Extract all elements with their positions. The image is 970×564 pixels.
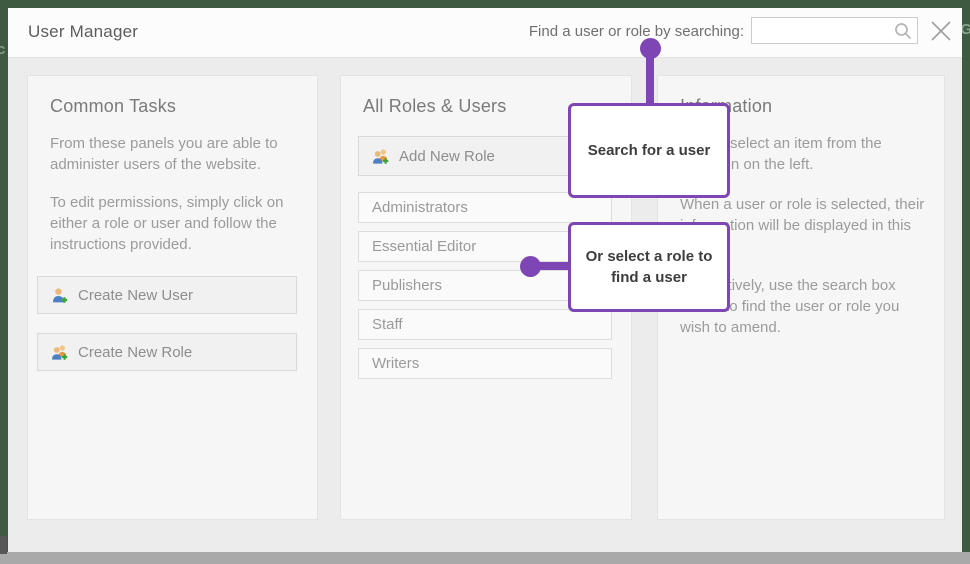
role-label: Staff xyxy=(372,316,403,333)
background-page-fragment xyxy=(0,536,7,554)
role-label: Administrators xyxy=(372,199,468,216)
dialog-title: User Manager xyxy=(28,22,138,42)
panel-text: To edit permissions, simply click on eit… xyxy=(50,192,302,255)
background-text-fragment: c xyxy=(0,41,5,58)
callout-text: Search for a user xyxy=(588,140,711,161)
role-label: Essential Editor xyxy=(372,238,476,255)
search-icon xyxy=(893,21,913,41)
panel-heading: All Roles & Users xyxy=(363,96,506,117)
add-user-icon xyxy=(51,287,68,304)
add-group-icon xyxy=(372,148,389,165)
search-box xyxy=(751,17,918,44)
background-page-strip xyxy=(0,552,970,564)
add-group-icon xyxy=(51,344,68,361)
close-icon xyxy=(929,19,953,43)
search-label: Find a user or role by searching: xyxy=(529,23,744,40)
role-list-item[interactable]: Staff xyxy=(358,309,612,340)
role-list-item[interactable]: Writers xyxy=(358,348,612,379)
callout-connector-line xyxy=(531,262,571,270)
panel-heading: Common Tasks xyxy=(50,96,176,117)
callout-text: Or select a role to find a user xyxy=(583,246,715,288)
callout-connector-line xyxy=(646,48,654,106)
dialog-header: User Manager Find a user or role by sear… xyxy=(8,8,962,58)
create-new-role-button[interactable]: Create New Role xyxy=(37,333,297,371)
button-label: Create New Role xyxy=(78,344,192,361)
common-tasks-panel: Common Tasks From these panels you are a… xyxy=(27,75,318,520)
panel-text: From these panels you are able to admini… xyxy=(50,133,302,175)
callout-select-role: Or select a role to find a user xyxy=(568,222,730,312)
role-label: Publishers xyxy=(372,277,442,294)
search-input[interactable] xyxy=(756,18,890,43)
close-button[interactable] xyxy=(926,16,956,46)
button-label: Create New User xyxy=(78,287,193,304)
button-label: Add New Role xyxy=(399,148,495,165)
role-label: Writers xyxy=(372,355,419,372)
callout-search-for-user: Search for a user xyxy=(568,103,730,198)
create-new-user-button[interactable]: Create New User xyxy=(37,276,297,314)
user-manager-dialog: User Manager Find a user or role by sear… xyxy=(8,8,962,552)
